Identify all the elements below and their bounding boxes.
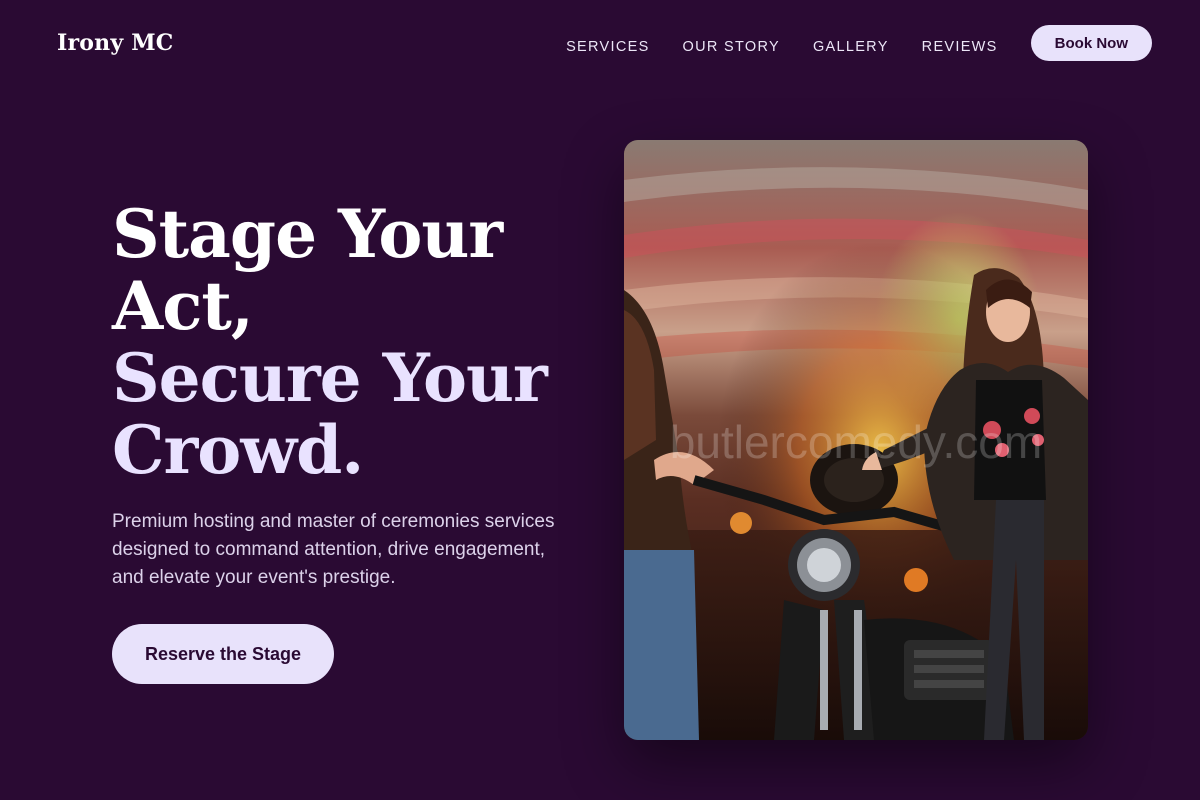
photo-illustration: butlercomedy.com [624, 140, 1088, 740]
hero-title-line: Stage Your [112, 195, 503, 273]
nav-link-our-story[interactable]: OUR STORY [683, 39, 780, 55]
hero-photo: butlercomedy.com [624, 140, 1088, 740]
hero-title: Stage Your Act, Secure Your Crowd. [112, 198, 572, 486]
nav-link-reviews[interactable]: REVIEWS [922, 39, 998, 55]
hero-title-line: Crowd. [112, 411, 364, 489]
hero-title-line: Act, [112, 267, 254, 345]
svg-text:butlercomedy.com: butlercomedy.com [670, 416, 1042, 468]
reserve-stage-button[interactable]: Reserve the Stage [112, 624, 334, 684]
nav-link-gallery[interactable]: GALLERY [813, 39, 889, 55]
book-now-button[interactable]: Book Now [1030, 25, 1152, 61]
hero-subtitle: Premium hosting and master of ceremonies… [112, 511, 555, 588]
main-nav: SERVICES OUR STORY GALLERY REVIEWS Book … [566, 25, 1152, 61]
hero-title-line: Secure Your [112, 339, 548, 417]
nav-link-services[interactable]: SERVICES [566, 39, 649, 55]
brand-logo[interactable]: Irony MC [57, 30, 173, 56]
